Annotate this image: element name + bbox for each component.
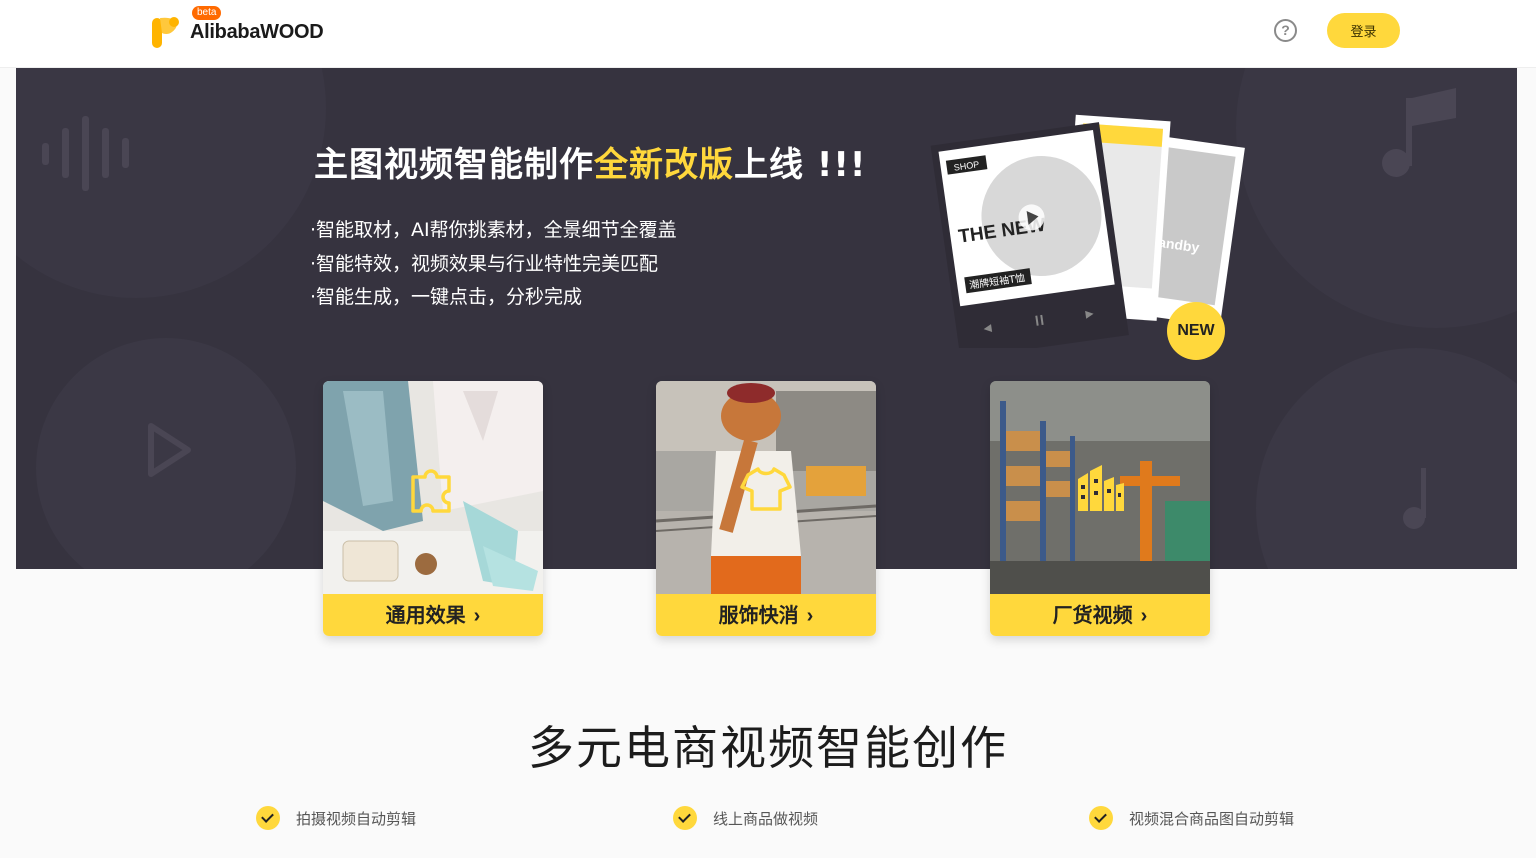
category-label: 通用效果	[385, 603, 466, 627]
puzzle-piece-icon	[411, 469, 451, 513]
factory-buildings-icon	[1078, 465, 1124, 511]
feature-item: 视频混合商品图自动剪辑	[1089, 806, 1294, 830]
category-button[interactable]: 通用效果 ›	[323, 594, 543, 636]
category-button[interactable]: 服饰快消 ›	[656, 594, 876, 636]
alibabawood-logo[interactable]: AlibabaWOOD	[150, 12, 324, 52]
login-button[interactable]: 登录	[1327, 13, 1400, 48]
category-label: 服饰快消	[718, 603, 799, 627]
feature-label: 线上商品做视频	[713, 809, 819, 828]
logo-text: AlibabaWOOD	[190, 20, 324, 43]
headline-highlight: 全新改版	[594, 145, 734, 185]
feature-label: 视频混合商品图自动剪辑	[1129, 809, 1295, 828]
chevron-right-icon: ›	[473, 605, 481, 627]
headline-part1: 主图视频智能制作	[314, 145, 594, 185]
category-card-general[interactable]: 通用效果 ›	[323, 381, 543, 636]
headline-part2: 上线 !!!	[734, 145, 867, 185]
chevron-right-icon: ›	[806, 605, 814, 627]
check-circle-icon	[1089, 806, 1113, 830]
top-header: AlibabaWOOD beta ? 登录	[0, 0, 1536, 68]
bullet-item: ·智能取材，AI帮你挑素材，全景细节全覆盖	[310, 219, 677, 241]
new-badge: NEW	[1167, 302, 1225, 360]
banner-headline: 主图视频智能制作全新改版上线 !!!	[314, 137, 866, 186]
check-circle-icon	[673, 806, 697, 830]
question-circle-icon[interactable]: ?	[1274, 19, 1297, 42]
category-card-apparel[interactable]: 服饰快消 ›	[656, 381, 876, 636]
chevron-right-icon: ›	[1140, 605, 1148, 627]
category-label: 厂货视频	[1052, 603, 1133, 627]
bullet-item: ·智能生成，一键点击，分秒完成	[310, 286, 583, 308]
check-circle-icon	[256, 806, 280, 830]
tshirt-icon	[740, 467, 792, 511]
section-title: 多元电商视频智能创作	[528, 721, 1008, 775]
feature-label: 拍摄视频自动剪辑	[296, 809, 417, 828]
feature-item: 线上商品做视频	[673, 806, 818, 830]
category-card-factory[interactable]: 厂货视频 ›	[990, 381, 1210, 636]
logo-mark-icon	[152, 17, 179, 48]
category-button[interactable]: 厂货视频 ›	[990, 594, 1210, 636]
bullet-item: ·智能特效，视频效果与行业特性完美匹配	[310, 252, 659, 275]
beta-badge: beta	[192, 6, 222, 20]
feature-bullets: ·智能取材，AI帮你挑素材，全景细节全覆盖 ·智能特效，视频效果与行业特性完美匹…	[310, 214, 677, 315]
feature-item: 拍摄视频自动剪辑	[256, 806, 416, 830]
